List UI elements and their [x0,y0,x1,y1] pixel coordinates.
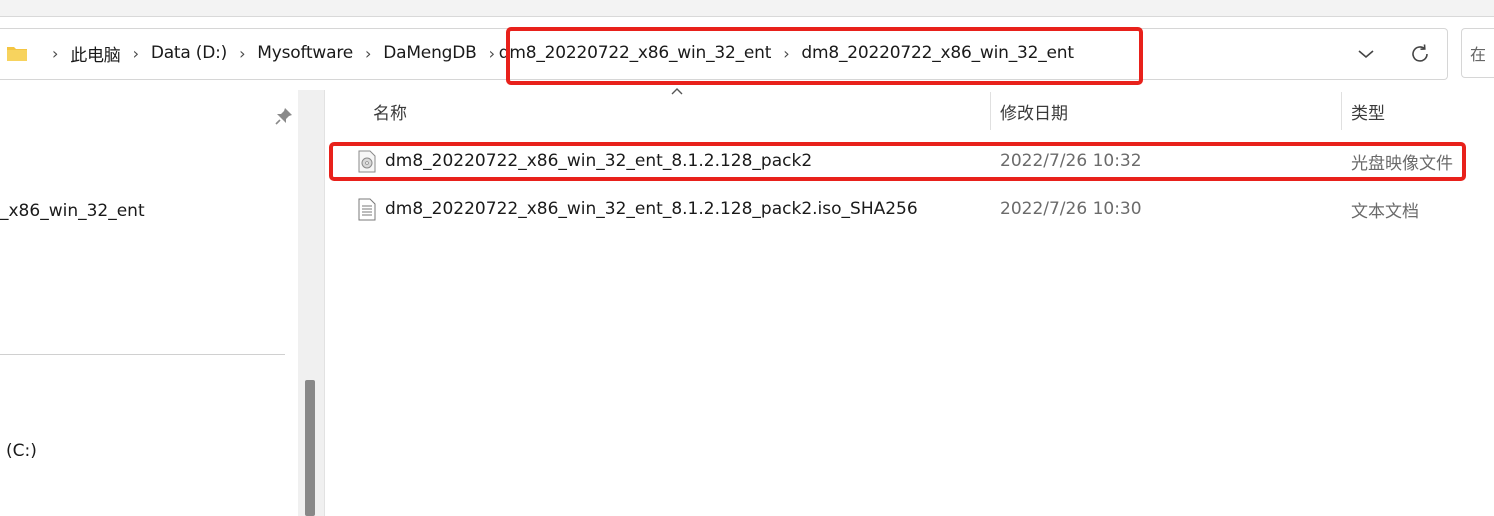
navigation-pane: _x86_win_32_ent (C:) [0,90,298,516]
disc-image-icon [358,150,376,173]
column-divider[interactable] [990,92,991,130]
sidebar-scrollbar-thumb[interactable] [305,380,315,516]
crumb-mysoftware[interactable]: Mysoftware [257,43,353,63]
column-header-date[interactable]: 修改日期 [1000,92,1068,130]
chevron-down-icon [1358,50,1374,59]
sidebar-item-c-drive[interactable]: (C:) [6,441,37,461]
crumb-dm8-folder[interactable]: dm8_20220722_x86_win_32_ent [499,43,772,63]
sidebar-item-dm8-folder[interactable]: _x86_win_32_ent [0,201,145,221]
search-placeholder: 在 [1470,45,1487,64]
chevron-right-icon[interactable]: › [365,44,371,63]
crumb-data-drive[interactable]: Data (D:) [151,43,227,63]
file-type: 光盘映像文件 [1351,153,1453,174]
file-date: 2022/7/26 10:30 [1000,199,1142,219]
chevron-right-icon[interactable]: › [489,44,495,63]
chevron-right-icon[interactable]: › [52,44,58,63]
chevron-right-icon[interactable]: › [783,44,789,63]
file-date: 2022/7/26 10:32 [1000,151,1142,171]
text-document-icon [358,198,376,221]
window-top-strip [0,0,1494,17]
column-header-type[interactable]: 类型 [1351,92,1385,130]
refresh-icon [1412,44,1428,62]
folder-icon [7,47,27,61]
address-history-button[interactable] [1352,40,1380,68]
sort-ascending-icon [671,88,683,95]
file-type: 文本文档 [1351,201,1419,222]
refresh-button[interactable] [1406,40,1434,68]
column-header-name[interactable]: 名称 [373,92,407,130]
pin-icon[interactable] [274,106,294,126]
chevron-right-icon[interactable]: › [239,44,245,63]
crumb-damengdb[interactable]: DaMengDB [383,43,477,63]
search-input[interactable]: 在 [1461,28,1494,78]
column-divider[interactable] [1341,92,1342,130]
breadcrumb: › 此电脑 › Data (D:) › Mysoftware › DaMengD… [6,28,1074,78]
file-name[interactable]: dm8_20220722_x86_win_32_ent_8.1.2.128_pa… [385,189,918,229]
chevron-right-icon[interactable]: › [133,44,139,63]
file-name[interactable]: dm8_20220722_x86_win_32_ent_8.1.2.128_pa… [385,141,812,181]
file-row[interactable]: dm8_20220722_x86_win_32_ent_8.1.2.128_pa… [340,189,1494,229]
crumb-dm8-subfolder[interactable]: dm8_20220722_x86_win_32_ent [801,43,1074,63]
file-row[interactable]: dm8_20220722_x86_win_32_ent_8.1.2.128_pa… [340,141,1494,181]
sidebar-divider [0,354,285,355]
crumb-this-pc[interactable]: 此电脑 [70,41,121,66]
